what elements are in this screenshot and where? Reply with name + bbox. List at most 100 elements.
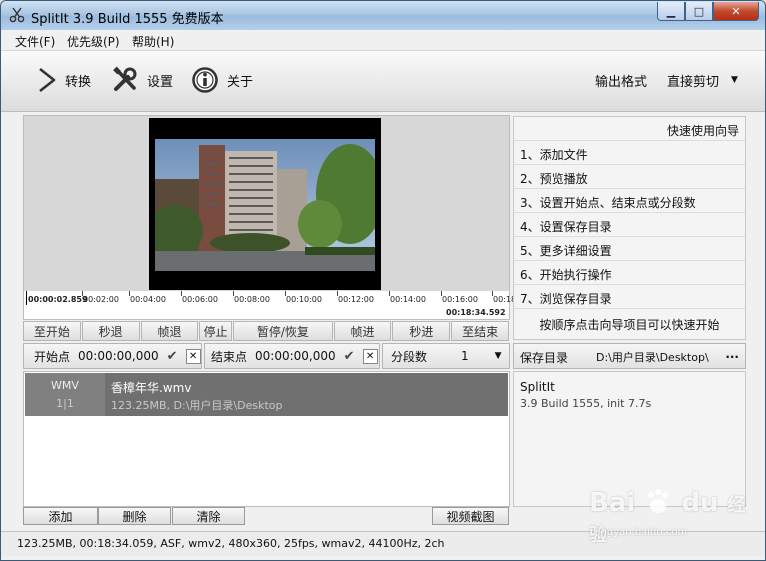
guide-item-execute[interactable]: 6、开始执行操作 <box>514 261 745 285</box>
playhead-marker[interactable] <box>26 291 27 305</box>
watermark-brand: Bai <box>589 488 636 518</box>
guide-item-label: 2、预览播放 <box>520 172 588 186</box>
guide-item-label: 6、开始执行操作 <box>520 268 612 282</box>
output-format-button[interactable]: 输出格式 <box>595 65 647 95</box>
tools-icon <box>113 66 137 91</box>
about-button[interactable]: 关于 <box>191 65 253 95</box>
file-name: 香樟年华.wmv <box>111 381 192 395</box>
guide-item-label: 7、浏览保存目录 <box>520 292 612 306</box>
start-point-field[interactable]: 00:00:00,000 <box>78 349 159 363</box>
toolbar: 转换 设置 关于 输出格式 直接剪切 ▼ <box>1 51 765 112</box>
about-label: 关于 <box>227 74 254 90</box>
guide-item-label: 3、设置开始点、结束点或分段数 <box>520 196 696 210</box>
direct-cut-label: 直接剪切 <box>667 74 720 90</box>
chevron-down-icon: ▼ <box>731 75 738 85</box>
video-thumbnail <box>155 139 375 271</box>
second-back-button[interactable]: 秒退 <box>81 321 140 341</box>
end-clear-x-icon[interactable]: ✕ <box>362 348 378 364</box>
end-confirm-check-icon[interactable]: ✔ <box>344 349 355 364</box>
video-frame <box>149 118 381 290</box>
browse-button[interactable]: ... <box>725 347 739 361</box>
settings-button[interactable]: 设置 <box>111 65 173 95</box>
minimize-icon: ▁ <box>666 4 676 18</box>
direct-cut-dropdown[interactable]: 直接剪切 ▼ <box>667 65 738 95</box>
end-point-label: 结束点 <box>211 349 248 364</box>
baidu-watermark: Bai du 经验 jingyan.baidu.com <box>589 473 749 546</box>
to-end-button[interactable]: 至结束 <box>451 321 509 341</box>
tick-label: 00:08:00 <box>234 295 270 304</box>
clear-button[interactable]: 清除 <box>172 507 245 525</box>
maximize-icon: □ <box>693 4 705 18</box>
save-directory-label: 保存目录 <box>520 351 569 365</box>
guide-item-add-file[interactable]: 1、添加文件 <box>514 141 745 165</box>
file-list[interactable]: WMV 1|1 香樟年华.wmv 123.25MB, D:\用户目录\Deskt… <box>23 371 510 507</box>
quick-guide-panel: 快速使用向导 1、添加文件 2、预览播放 3、设置开始点、结束点或分段数 4、设… <box>513 116 746 340</box>
start-confirm-check-icon[interactable]: ✔ <box>167 349 178 364</box>
add-button[interactable]: 添加 <box>23 507 98 525</box>
info-icon <box>192 67 218 93</box>
start-clear-x-icon[interactable]: ✕ <box>185 348 201 364</box>
menu-file[interactable]: 文件(F) <box>15 33 55 50</box>
stop-button[interactable]: 停止 <box>199 321 233 341</box>
menu-help[interactable]: 帮助(H) <box>132 33 174 50</box>
video-snapshot-button[interactable]: 视频截图 <box>432 507 509 525</box>
pause-resume-button[interactable]: 暂停/恢复 <box>233 321 333 341</box>
convert-label: 转换 <box>65 74 92 90</box>
video-preview-area[interactable] <box>23 115 510 293</box>
menu-priority[interactable]: 优先级(P) <box>67 33 120 50</box>
tick-label: 00:06:00 <box>182 295 218 304</box>
second-forward-button[interactable]: 秒进 <box>392 321 451 341</box>
file-format-cell: WMV 1|1 <box>25 373 105 416</box>
output-format-label: 输出格式 <box>595 74 648 90</box>
end-point-field[interactable]: 00:00:00,000 <box>255 349 336 363</box>
chevron-down-icon[interactable]: ▼ <box>495 351 502 361</box>
timeline-ruler[interactable]: 00:00:02.859 00:02:00 00:04:00 00:06:00 … <box>23 291 516 320</box>
convert-button[interactable]: 转换 <box>37 65 91 95</box>
window-title: SplitIt 3.9 Build 1555 免费版本 <box>31 12 224 27</box>
tick-label: 00:16:00 <box>442 295 478 304</box>
close-button[interactable]: ✕ <box>713 2 759 21</box>
tick-label: 00:14:00 <box>390 295 426 304</box>
settings-label: 设置 <box>147 74 174 90</box>
to-start-button[interactable]: 至开始 <box>23 321 81 341</box>
info-app-name: SplitIt <box>520 380 555 394</box>
file-index: 1|1 <box>56 397 74 410</box>
end-time: 00:18:34.592 <box>446 308 506 317</box>
delete-button[interactable]: 删除 <box>98 507 171 525</box>
save-directory-path[interactable]: D:\用户目录\Desktop\ <box>596 349 709 365</box>
segment-count-label: 分段数 <box>391 349 428 364</box>
guide-item-more-settings[interactable]: 5、更多详细设置 <box>514 237 745 261</box>
segment-count-box: 分段数 1 ▼ <box>382 343 510 369</box>
guide-item-label: 4、设置保存目录 <box>520 220 612 234</box>
segment-count-select[interactable]: 1 <box>461 349 469 363</box>
x-glyph: ✕ <box>188 350 198 362</box>
guide-title: 快速使用向导 <box>514 117 745 141</box>
x-glyph: ✕ <box>365 350 375 362</box>
frame-forward-button[interactable]: 帧进 <box>333 321 392 341</box>
menu-bar: 文件(F) 优先级(P) 帮助(H) <box>1 30 765 51</box>
maximize-button[interactable]: □ <box>685 2 713 21</box>
tick-label: 00:02:00 <box>83 295 119 304</box>
guide-item-preview[interactable]: 2、预览播放 <box>514 165 745 189</box>
paw-logo-icon <box>648 489 669 513</box>
start-point-box: 开始点 00:00:00,000 ✔ ✕ <box>23 343 202 369</box>
file-details: 123.25MB, D:\用户目录\Desktop <box>111 399 283 412</box>
guide-item-set-points[interactable]: 3、设置开始点、结束点或分段数 <box>514 189 745 213</box>
tick-label: 00:12:00 <box>338 295 374 304</box>
guide-item-label: 5、更多详细设置 <box>520 244 612 258</box>
status-text: 123.25MB, 00:18:34.059, ASF, wmv2, 480x3… <box>17 537 445 550</box>
start-point-label: 开始点 <box>34 349 71 364</box>
file-list-item[interactable]: WMV 1|1 香樟年华.wmv 123.25MB, D:\用户目录\Deskt… <box>25 373 508 416</box>
guide-item-label: 1、添加文件 <box>520 148 588 162</box>
guide-item-browse-dir[interactable]: 7、浏览保存目录 <box>514 285 745 309</box>
title-bar[interactable]: SplitIt 3.9 Build 1555 免费版本 ▁ □ ✕ <box>1 1 765 30</box>
save-directory-box: 保存目录 D:\用户目录\Desktop\ ... <box>513 343 746 369</box>
file-format: WMV <box>51 379 79 392</box>
guide-footer: 按顺序点击向导项目可以快速开始 <box>539 318 720 332</box>
minimize-button[interactable]: ▁ <box>657 2 685 21</box>
guide-item-save-dir[interactable]: 4、设置保存目录 <box>514 213 745 237</box>
app-window: SplitIt 3.9 Build 1555 免费版本 ▁ □ ✕ 文件(F) … <box>0 0 766 561</box>
frame-back-button[interactable]: 帧退 <box>140 321 199 341</box>
scissors-app-icon <box>9 7 25 23</box>
watermark-brand-2: du <box>681 488 719 518</box>
